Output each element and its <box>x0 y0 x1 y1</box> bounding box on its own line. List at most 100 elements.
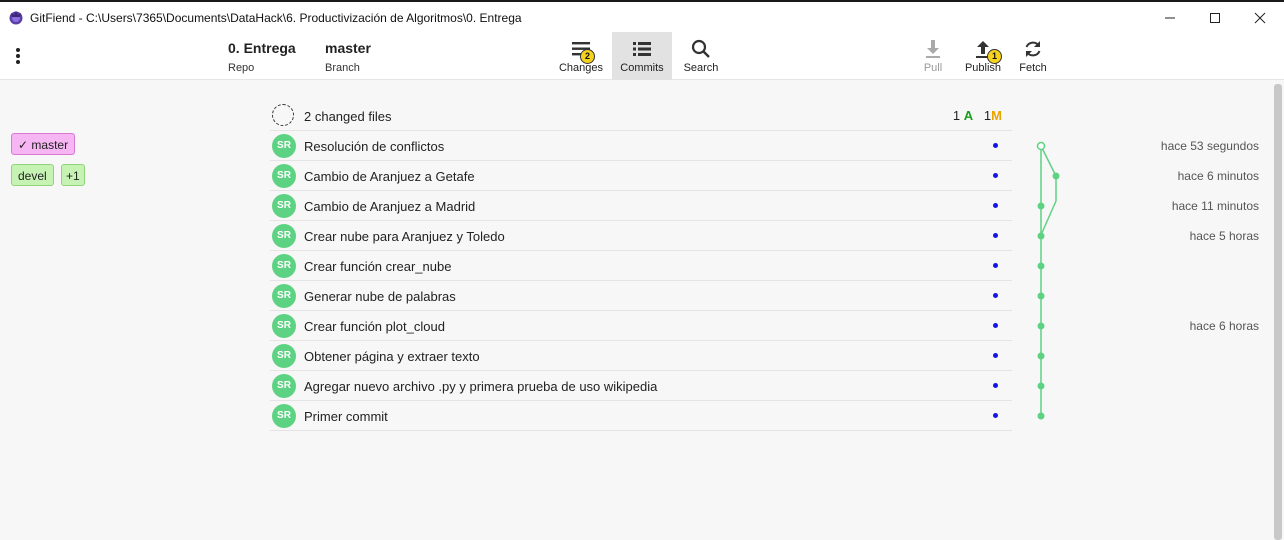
commit-time: hace 53 segundos <box>1160 139 1259 153</box>
commit-message: Crear función plot_cloud <box>304 319 445 334</box>
title-bar: GitFiend - C:\Users\7365\Documents\DataH… <box>0 0 1284 32</box>
list-icon <box>633 42 651 56</box>
graph-node <box>1052 172 1060 180</box>
commit-local-dot <box>993 413 998 418</box>
search-label: Search <box>683 62 719 74</box>
commit-row[interactable]: SR Cambio de Aranjuez a Getafe <box>270 161 1012 191</box>
commit-local-dot <box>993 263 998 268</box>
fetch-label: Fetch <box>1019 62 1047 74</box>
added-letter: A <box>963 108 974 123</box>
commits-label: Commits <box>620 62 664 74</box>
commit-local-dot <box>993 323 998 328</box>
download-icon <box>926 40 940 58</box>
more-dot-icon <box>16 48 20 52</box>
commit-message: Obtener página y extraer texto <box>304 349 480 364</box>
commit-row[interactable]: SR Cambio de Aranjuez a Madrid <box>270 191 1012 221</box>
publish-button[interactable]: 1 Publish <box>960 32 1006 80</box>
publish-label: Publish <box>964 62 1002 74</box>
commit-message: Agregar nuevo archivo .py y primera prue… <box>304 379 658 394</box>
commit-row[interactable]: SR Agregar nuevo archivo .py y primera pr… <box>270 371 1012 401</box>
author-avatar: SR <box>272 134 296 158</box>
minimize-button[interactable] <box>1158 7 1182 29</box>
commit-time: hace 6 horas <box>1189 319 1259 333</box>
branch-tag-devel[interactable]: devel <box>11 164 54 186</box>
commit-local-dot <box>993 293 998 298</box>
author-avatar: SR <box>272 344 296 368</box>
repo-name[interactable]: 0. Entrega <box>228 40 296 56</box>
changes-button[interactable]: 2 Changes <box>552 32 610 80</box>
repo-label: Repo <box>228 62 255 74</box>
branch-tag-master[interactable]: ✓ master <box>11 133 76 155</box>
close-button[interactable] <box>1248 7 1272 29</box>
graph-node <box>1037 412 1045 420</box>
author-avatar: SR <box>272 284 296 308</box>
commit-row[interactable]: SR Obtener página y extraer texto <box>270 341 1012 371</box>
commit-graph <box>1036 141 1060 420</box>
author-avatar: SR <box>272 314 296 338</box>
commit-time: hace 6 minutos <box>1177 169 1259 183</box>
search-icon <box>691 39 710 58</box>
commit-message: Cambio de Aranjuez a Madrid <box>304 199 476 214</box>
branch-tag-label: master <box>31 138 69 152</box>
refresh-icon <box>1025 41 1041 57</box>
author-avatar: SR <box>272 194 296 218</box>
graph-node <box>1037 322 1045 330</box>
graph-node <box>1036 141 1046 151</box>
pull-label: Pull <box>923 62 943 74</box>
commit-message: Primer commit <box>304 409 388 424</box>
modified-letter: M <box>991 108 1002 123</box>
commit-time: hace 11 minutos <box>1171 199 1259 213</box>
commit-row[interactable]: SR Primer commit <box>270 401 1012 431</box>
commit-message: Resolución de conflictos <box>304 139 445 154</box>
author-avatar: SR <box>272 164 296 188</box>
branch-label: Branch <box>325 62 360 74</box>
changed-files-row[interactable]: 2 changed files 1 A 1M <box>270 101 1012 131</box>
graph-node <box>1037 202 1045 210</box>
commit-message: Generar nube de palabras <box>304 289 456 304</box>
more-branches-tag[interactable]: +1 <box>61 164 85 186</box>
author-avatar: SR <box>272 404 296 428</box>
graph-node <box>1037 352 1045 360</box>
fetch-button[interactable]: Fetch <box>1012 32 1054 80</box>
commit-row[interactable]: SR Crear función plot_cloud <box>270 311 1012 341</box>
commit-row[interactable]: SR Resolución de conflictos <box>270 131 1012 161</box>
commit-local-dot <box>993 173 998 178</box>
toolbar: 0. Entrega Repo master Branch 2 Changes … <box>0 32 1284 80</box>
menu-button[interactable] <box>12 44 24 68</box>
scrollbar[interactable] <box>1274 84 1282 540</box>
commit-local-dot <box>993 233 998 238</box>
window-title: GitFiend - C:\Users\7365\Documents\DataH… <box>30 11 522 25</box>
checkmark-icon: ✓ <box>18 138 29 152</box>
pull-button[interactable]: Pull <box>913 32 953 80</box>
commit-local-dot <box>993 353 998 358</box>
changes-pending-icon <box>272 104 294 126</box>
commit-row[interactable]: SR Crear función crear_nube <box>270 251 1012 281</box>
search-button[interactable]: Search <box>676 32 726 80</box>
commit-time: hace 5 horas <box>1189 229 1259 243</box>
commit-row[interactable]: SR Generar nube de palabras <box>270 281 1012 311</box>
changed-files-label: 2 changed files <box>304 109 392 124</box>
commit-message: Crear función crear_nube <box>304 259 452 274</box>
graph-node <box>1037 292 1045 300</box>
commit-local-dot <box>993 143 998 148</box>
commit-message: Cambio de Aranjuez a Getafe <box>304 169 475 184</box>
maximize-button[interactable] <box>1203 7 1227 29</box>
changes-label: Changes <box>558 62 604 74</box>
author-avatar: SR <box>272 224 296 248</box>
branch-tag-label: devel <box>18 169 47 183</box>
change-counts: 1 A 1M <box>953 108 1002 123</box>
added-count: 1 <box>952 108 961 123</box>
graph-node <box>1037 232 1045 240</box>
close-icon <box>1254 12 1266 24</box>
commit-local-dot <box>993 383 998 388</box>
graph-node <box>1037 382 1045 390</box>
minimize-icon <box>1165 17 1175 19</box>
graph-node <box>1037 262 1045 270</box>
branch-name[interactable]: master <box>325 40 371 56</box>
commit-message: Crear nube para Aranjuez y Toledo <box>304 229 505 244</box>
maximize-icon <box>1210 13 1220 23</box>
commit-row[interactable]: SR Crear nube para Aranjuez y Toledo <box>270 221 1012 251</box>
commits-button[interactable]: Commits <box>612 32 672 80</box>
commit-list-panel: ✓ master devel +1 2 changed files 1 A 1M… <box>0 81 1284 540</box>
commit-local-dot <box>993 203 998 208</box>
